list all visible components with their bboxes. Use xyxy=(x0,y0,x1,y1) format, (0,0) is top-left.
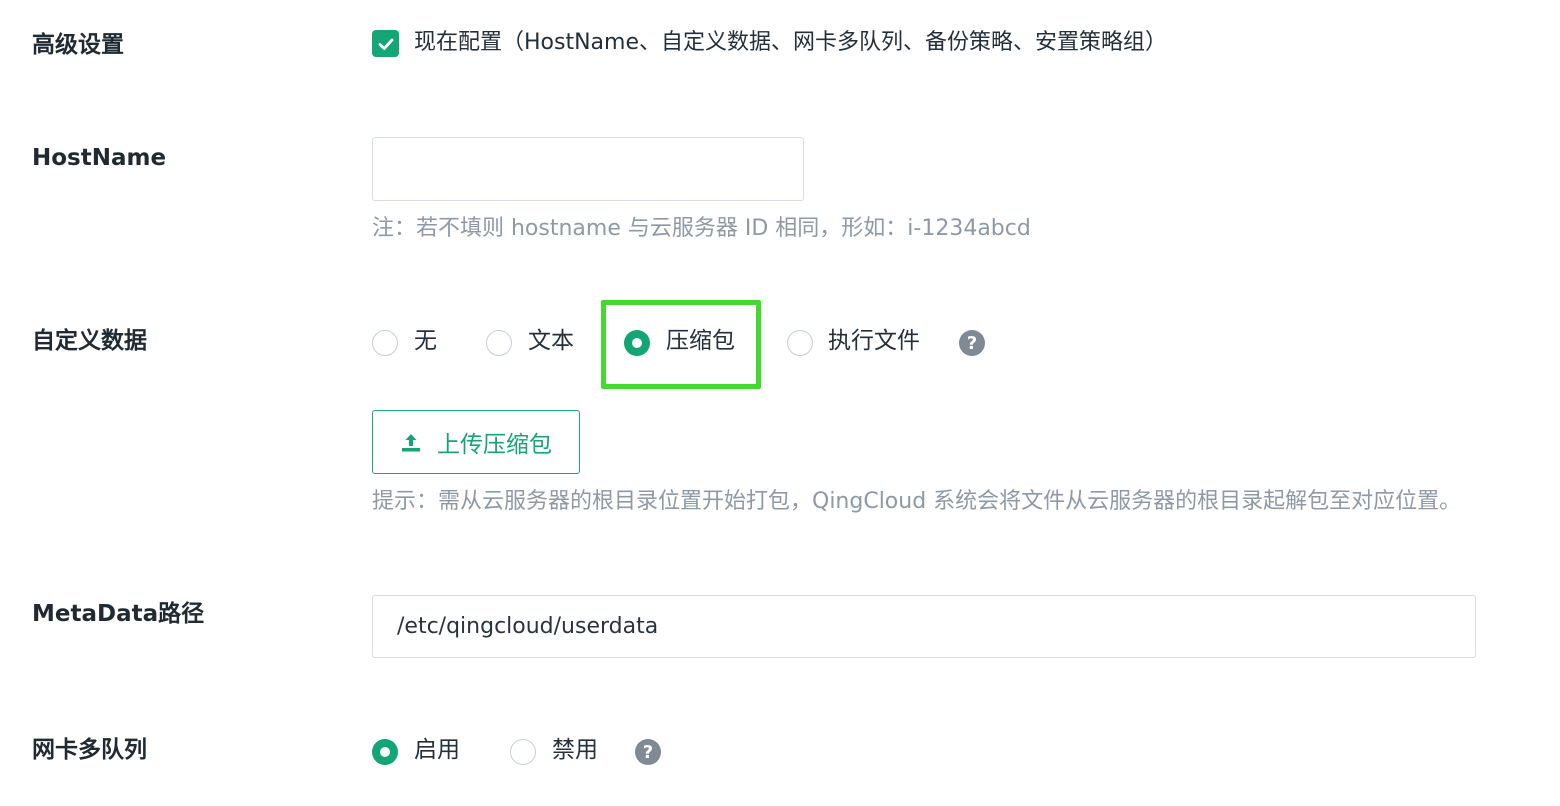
checkmark-icon xyxy=(378,38,393,50)
custom-data-option-archive[interactable]: 压缩包 xyxy=(666,330,735,353)
nic-queue-label: 网卡多队列 xyxy=(32,737,147,763)
configure-now-checkbox[interactable] xyxy=(372,30,399,57)
configure-now-label[interactable]: 现在配置（HostName、自定义数据、网卡多队列、备份策略、安置策略组） xyxy=(414,32,1167,54)
custom-data-radio-none[interactable] xyxy=(372,330,398,356)
upload-icon xyxy=(402,434,420,452)
question-circle-icon[interactable]: ? xyxy=(635,739,661,765)
nic-queue-option-disable[interactable]: 禁用 xyxy=(552,739,598,762)
custom-data-option-none[interactable]: 无 xyxy=(414,330,437,353)
question-circle-icon[interactable]: ? xyxy=(959,330,985,356)
metadata-path-input[interactable]: /etc/qingcloud/userdata xyxy=(372,595,1476,658)
hostname-input[interactable] xyxy=(372,137,804,201)
metadata-path-value: /etc/qingcloud/userdata xyxy=(397,614,659,639)
custom-data-label: 自定义数据 xyxy=(32,328,147,354)
custom-data-option-text[interactable]: 文本 xyxy=(528,330,574,353)
custom-data-radio-executable[interactable] xyxy=(787,330,813,356)
nic-queue-radio-enable[interactable] xyxy=(372,739,398,765)
custom-data-radio-archive[interactable] xyxy=(624,330,650,356)
advanced-settings-label: 高级设置 xyxy=(32,32,124,58)
hostname-label: HostName xyxy=(32,145,167,171)
upload-archive-button[interactable]: 上传压缩包 xyxy=(372,410,580,474)
hostname-hint: 注：若不填则 hostname 与云服务器 ID 相同，形如：i-1234abc… xyxy=(372,216,1031,241)
custom-data-hint: 提示：需从云服务器的根目录位置开始打包，QingCloud 系统会将文件从云服务… xyxy=(372,489,1462,514)
custom-data-radio-text[interactable] xyxy=(486,330,512,356)
nic-queue-option-enable[interactable]: 启用 xyxy=(414,739,460,762)
custom-data-option-executable[interactable]: 执行文件 xyxy=(828,330,920,353)
metadata-path-label: MetaData路径 xyxy=(32,601,205,627)
upload-archive-label: 上传压缩包 xyxy=(437,432,552,458)
nic-queue-radio-disable[interactable] xyxy=(510,739,536,765)
